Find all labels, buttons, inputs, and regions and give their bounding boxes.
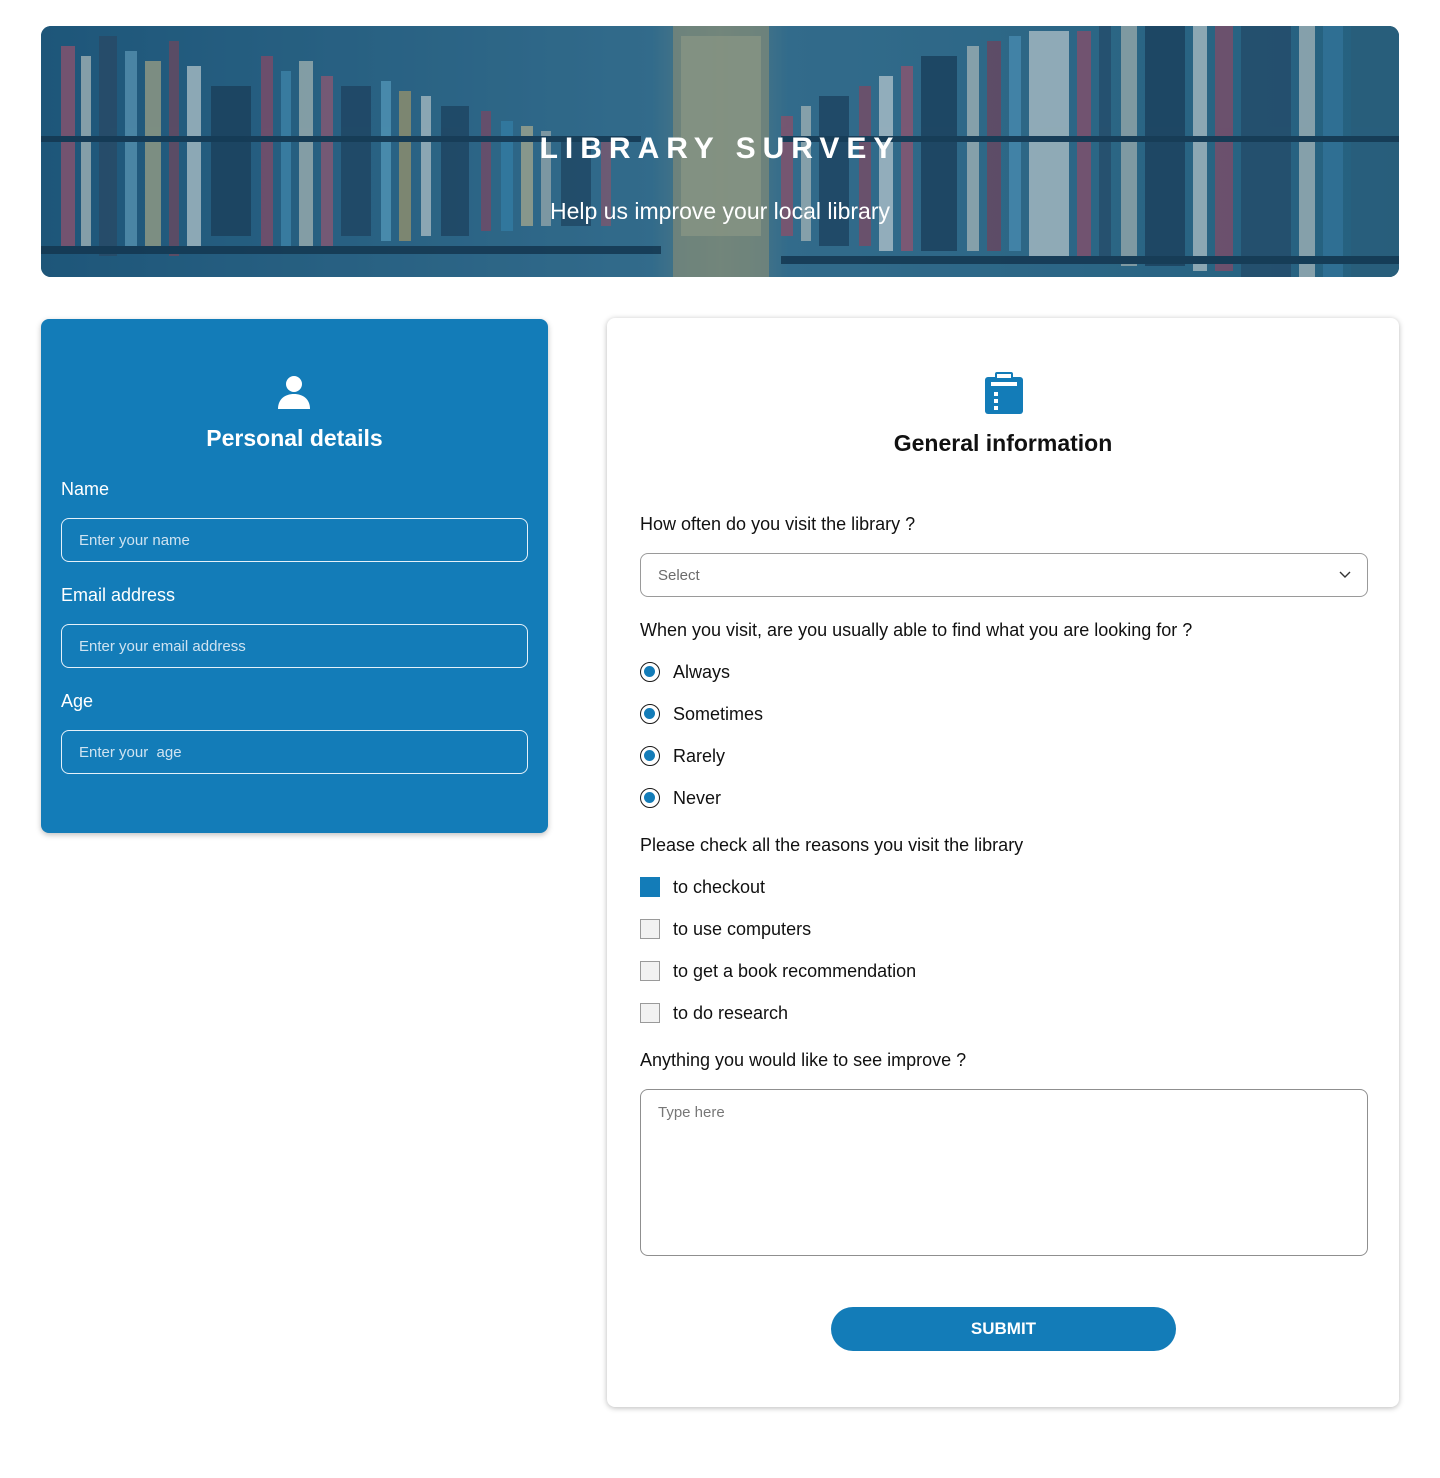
checkbox[interactable] (640, 919, 660, 939)
radio-option-never[interactable]: Never (640, 787, 721, 809)
radio-option-always[interactable]: Always (640, 661, 730, 683)
find-question: When you visit, are you usually able to … (640, 620, 1193, 640)
personal-details-title: Personal details (206, 425, 383, 451)
email-label: Email address (61, 585, 176, 605)
name-label: Name (61, 479, 110, 499)
frequency-select[interactable]: Select (640, 553, 1368, 597)
person-icon (278, 376, 310, 409)
checkbox-option-computers[interactable]: to use computers (640, 918, 811, 940)
radio-button[interactable] (640, 788, 660, 808)
hero-subtitle: Help us improve your local library (549, 198, 890, 224)
checkbox-option-checkout[interactable]: to checkout (640, 876, 765, 898)
radio-label: Rarely (673, 745, 726, 766)
radio-button[interactable] (640, 704, 660, 724)
checkbox-label: to use computers (673, 918, 812, 939)
hero-banner: LIBRARY SURVEY Help us improve your loca… (41, 26, 1399, 277)
personal-details-card: Personal details Name Email address Age (41, 319, 548, 833)
checkbox-label: to do research (673, 1002, 789, 1023)
age-label: Age (61, 691, 94, 711)
improve-question: Anything you would like to see improve ? (640, 1050, 967, 1070)
radio-label: Never (673, 787, 722, 808)
checkbox-label: to checkout (673, 876, 766, 897)
chevron-down-icon (1339, 571, 1351, 578)
radio-label: Sometimes (673, 703, 764, 724)
checkbox[interactable] (640, 1003, 660, 1023)
age-input[interactable] (61, 730, 528, 774)
radio-label: Always (673, 661, 731, 682)
radio-option-rarely[interactable]: Rarely (640, 745, 725, 767)
reasons-question: Please check all the reasons you visit t… (640, 835, 1024, 855)
improve-textarea[interactable] (640, 1089, 1368, 1256)
clipboard-icon (985, 372, 1023, 414)
general-information-card: General information How often do you vis… (607, 318, 1399, 1407)
checkbox-label: to get a book recommendation (673, 960, 917, 981)
checkbox[interactable] (640, 961, 660, 981)
checkbox-option-research[interactable]: to do research (640, 1002, 788, 1024)
frequency-question: How often do you visit the library ? (640, 514, 916, 534)
email-input[interactable] (61, 624, 528, 668)
checkbox-option-recommendation[interactable]: to get a book recommendation (640, 960, 916, 982)
name-input[interactable] (61, 518, 528, 562)
general-information-title: General information (893, 430, 1113, 456)
frequency-select-value: Select (658, 567, 700, 584)
radio-option-sometimes[interactable]: Sometimes (640, 703, 763, 725)
checkbox[interactable] (640, 877, 660, 897)
radio-button[interactable] (640, 662, 660, 682)
radio-button[interactable] (640, 746, 660, 766)
submit-button[interactable]: SUBMIT (831, 1307, 1176, 1351)
hero-title: LIBRARY SURVEY (539, 132, 901, 165)
